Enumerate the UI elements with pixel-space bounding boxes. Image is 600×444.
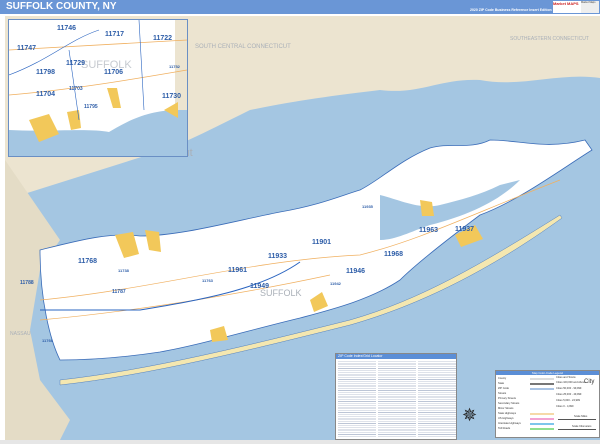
legend-county: County (498, 377, 507, 380)
zip-label: 11946 (346, 268, 365, 275)
zip-label: 11752 (169, 64, 181, 69)
zip-label: 11768 (78, 258, 97, 265)
index-title: ZIP Code Index/Grid Locator (336, 354, 456, 359)
compass-rose-icon: ✵ (462, 405, 478, 425)
zip-label: 11798 (36, 69, 55, 76)
zip-label: 11787 (112, 289, 126, 295)
zip-label: 11942 (330, 281, 342, 286)
region-label-se-ct: SOUTHEASTERN CONNECTICUT (510, 36, 589, 42)
zip-label: 11933 (268, 253, 287, 260)
index-column (378, 360, 416, 437)
legend-streets: Streets (498, 392, 507, 395)
zip-label: 11901 (312, 239, 331, 246)
legend-title: Map Color-Code Legend (496, 371, 599, 375)
zip-label: 11730 (162, 93, 181, 100)
legend-city: Cities 5,000 - 24,999 (556, 399, 580, 402)
region-label-sc-ct: SOUTH CENTRAL CONNECTICUT (195, 44, 291, 50)
legend-cities-title: Cities and Towns (556, 376, 576, 379)
legend-swatch (530, 413, 554, 415)
legend-minor: Minor Streets (498, 407, 514, 410)
market-maps-logo: Market MAPS (553, 1, 581, 13)
legend-state-hwy: State Highways (498, 412, 517, 415)
subtitle: 2020 ZIP Code Business Reference Insert … (470, 8, 552, 12)
legend-city: Cities 0 - 4,999 (556, 405, 574, 408)
inset-map[interactable]: SUFFOLK 11746 11747 11717 11722 11729 11… (8, 19, 188, 157)
zip-label: 11937 (455, 226, 474, 233)
grid-ruler (0, 440, 600, 444)
zip-label: 11706 (104, 69, 123, 76)
zip-label: 11747 (17, 45, 36, 52)
zip-label: 11935 (362, 204, 374, 209)
zip-label: 11704 (36, 91, 55, 98)
scale-miles: Scale Miles (574, 415, 588, 418)
legend-zip: ZIP Code (498, 387, 509, 390)
zip-label: 11738 (118, 268, 130, 273)
zip-label: 11766 (42, 338, 54, 343)
zip-label: 11729 (66, 60, 85, 67)
legend-swatch (530, 388, 554, 390)
legend-city: Cities 50,000 - 99,999 (556, 387, 582, 390)
scale-bar (558, 429, 596, 430)
zip-label: 11961 (228, 267, 247, 274)
legend-swatch (530, 378, 554, 380)
legend-city-sample: City (584, 379, 595, 385)
legend-swatch (530, 383, 554, 385)
legend-interstate: Interstate Highways (498, 422, 521, 425)
legend-toll: Toll Roads (498, 427, 511, 430)
legend-us-hwy: US Highways (498, 417, 514, 420)
legend-swatch (530, 423, 554, 425)
scale-km: Scale Kilometers (572, 425, 592, 428)
zip-label: 11746 (57, 25, 76, 32)
index-column (338, 360, 376, 437)
zip-label: 11788 (20, 280, 34, 286)
region-label-nassau: NASSAU (10, 331, 31, 337)
legend-secondary: Secondary Streets (498, 402, 520, 405)
inset-map-graphic: SUFFOLK 11746 11747 11717 11722 11729 11… (9, 20, 187, 156)
legend-swatch (530, 418, 554, 420)
legend-city: Cities 25,000 - 49,999 (556, 393, 582, 396)
legend-swatch (530, 428, 554, 430)
map-legend: Map Color-Code Legend County State ZIP C… (495, 370, 600, 438)
zip-label: 11717 (105, 31, 124, 38)
zip-label: 11703 (69, 86, 83, 92)
zip-label: 11963 (419, 227, 438, 234)
publisher-logo: Market Maps (581, 1, 599, 13)
page-title: SUFFOLK COUNTY, NY (6, 1, 117, 12)
zip-label: 11949 (250, 283, 269, 290)
zip-label: 11795 (84, 104, 98, 110)
index-column (418, 360, 456, 437)
legend-city: Cities 100,000 and Above (556, 381, 586, 384)
zip-index-grid-locator: ZIP Code Index/Grid Locator (335, 353, 457, 440)
zip-label: 11763 (202, 278, 214, 283)
zip-label: 11968 (384, 251, 403, 258)
legend-state: State (498, 382, 505, 385)
legend-primary: Primary Streets (498, 397, 516, 400)
header-bar: SUFFOLK COUNTY, NY 2020 ZIP Code Busines… (0, 0, 600, 14)
zip-label: 11722 (153, 35, 172, 42)
scale-bar (558, 419, 596, 420)
